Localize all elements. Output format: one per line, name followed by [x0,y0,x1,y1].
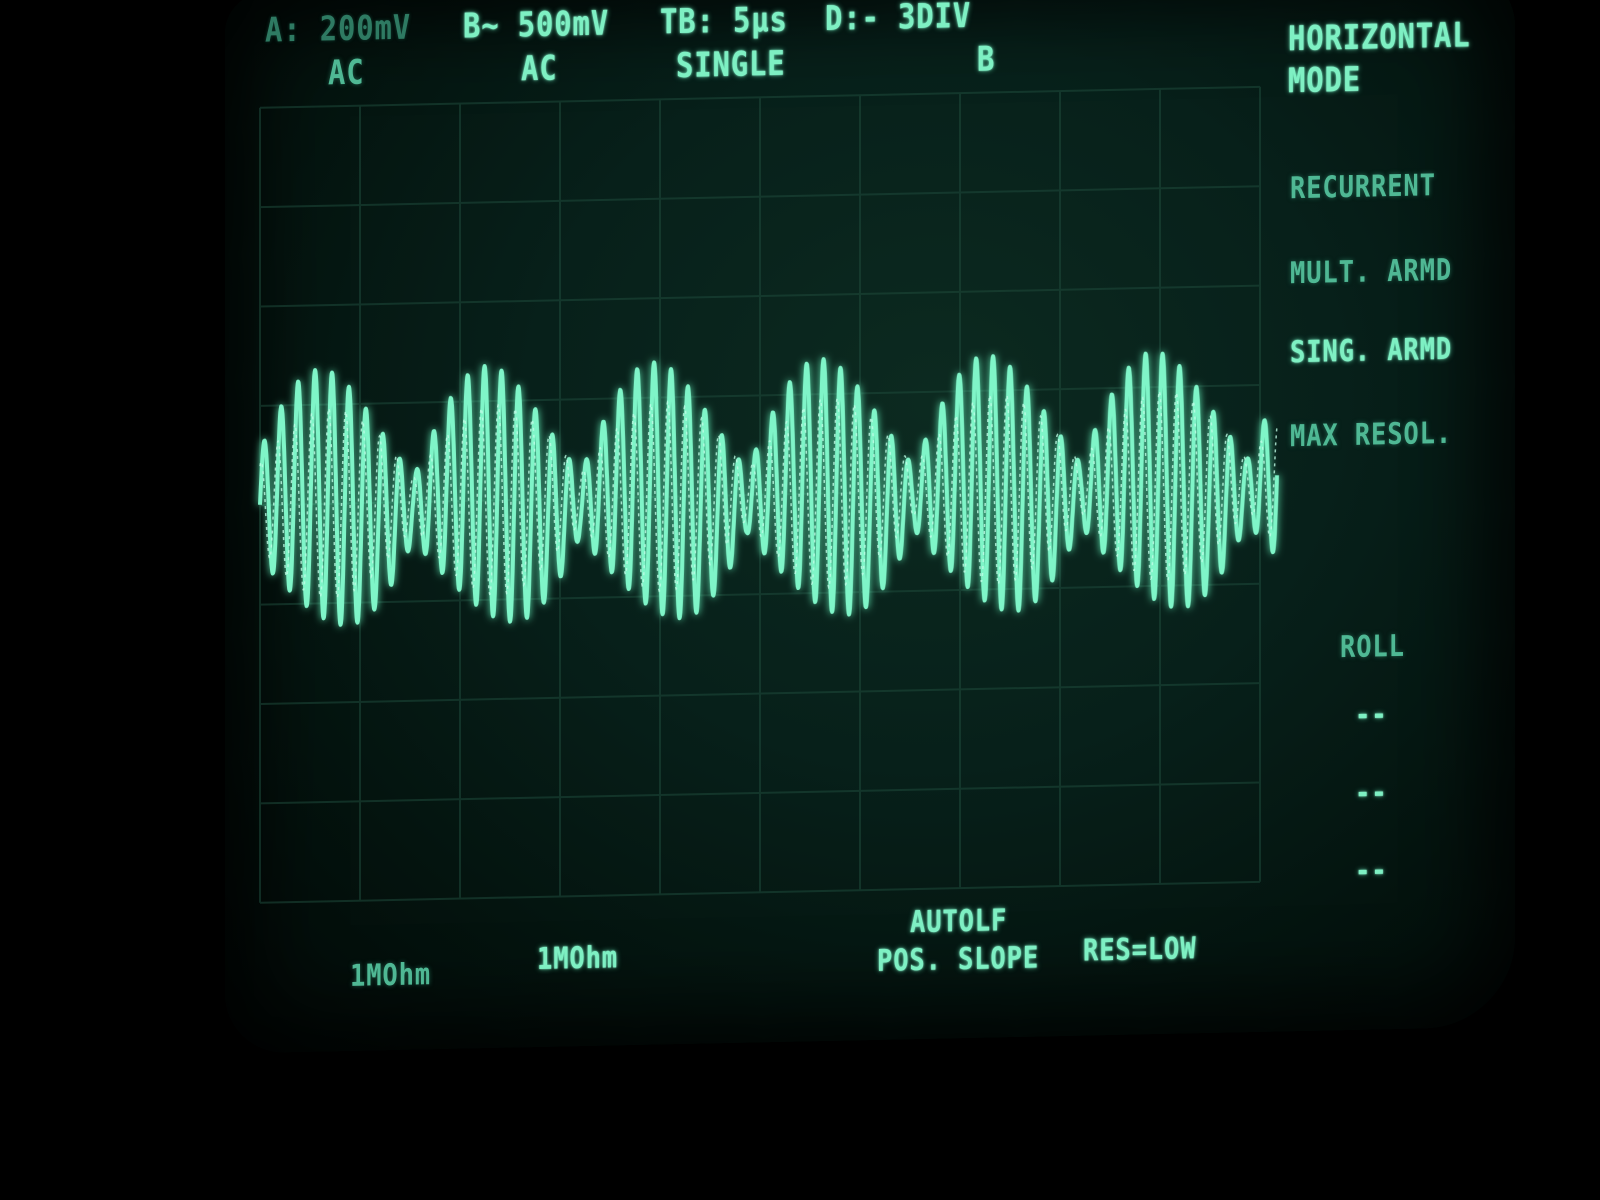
menu-title-line-2: MODE [1288,59,1362,102]
trigger-coupling: AUTOLF [910,903,1008,941]
resolution-readout: RES=LOW [1083,931,1197,969]
menu-title-line-1: HORIZONTAL [1288,15,1471,60]
crt-screen: A: 200mV B~ 500mV TB: 5μs D:- 3DIV AC AC… [225,0,1515,1054]
softkey-blank-3[interactable]: -- [1355,853,1387,889]
channel-a-coupling: AC [328,52,365,94]
channel-a-scale: A: 200mV [265,7,412,51]
channel-a-impedance: 1MOhm [350,957,432,994]
graticule [258,85,1279,904]
timebase-readout: TB: 5μs [660,0,788,43]
softkey-recurrent[interactable]: RECURRENT [1290,168,1436,206]
trigger-slope: POS. SLOPE [877,940,1040,979]
softkey-sing-armd[interactable]: SING. ARMD [1290,332,1452,370]
trigger-mode: SINGLE [676,43,786,87]
softkey-blank-1[interactable]: -- [1355,697,1387,733]
softkey-blank-2[interactable]: -- [1355,775,1387,811]
channel-b-scale: B~ 500mV [463,3,610,47]
waveform-trace [258,351,1279,627]
softkey-mult-armd[interactable]: MULT. ARMD [1290,253,1452,291]
trigger-source: B [977,39,996,80]
oscilloscope-photo: A: 200mV B~ 500mV TB: 5μs D:- 3DIV AC AC… [0,0,1600,1200]
softkey-max-resol[interactable]: MAX RESOL. [1290,416,1452,454]
delay-readout: D:- 3DIV [825,0,972,39]
softkey-roll[interactable]: ROLL [1340,629,1405,665]
channel-b-coupling: AC [521,48,558,90]
channel-b-impedance: 1MOhm [537,940,619,977]
